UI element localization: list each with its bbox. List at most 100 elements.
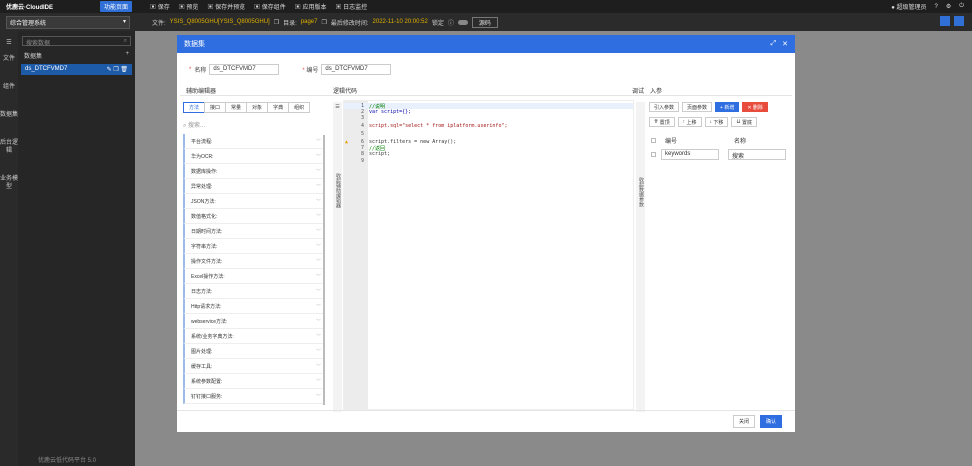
move-up-button[interactable]: ↑ 上移 — [677, 117, 702, 127]
move-top-button[interactable]: ⇈ 置顶 — [649, 117, 675, 127]
param-header: 编号 名称 — [651, 136, 746, 145]
tree-item[interactable]: webservice方法: ﹀ — [183, 314, 323, 329]
tree-item[interactable]: 平台流程: ﹀ — [183, 134, 323, 149]
top-bar: 优鹿云·CloudIDE 功能页面 ▣ 保存 ▣ 预览 ▣ 保存并预览 ▣ 保存… — [0, 0, 972, 13]
rail-item-components[interactable]: 组件 — [0, 83, 18, 91]
tab-objects[interactable]: 对象 — [246, 102, 269, 113]
param-name-input[interactable]: 搜索 — [728, 149, 786, 160]
rail-item-models[interactable]: 业务模型 — [0, 175, 18, 191]
collapse-icon[interactable]: ☰ — [0, 39, 18, 47]
file-info: 文件: YSIS_Q8005GHU[YSIS_Q8005GHU] ❐ 目录: p… — [152, 16, 498, 28]
params-title: 入参 — [650, 89, 663, 95]
user-menu[interactable]: ● 超级管理员 — [891, 2, 926, 11]
rail-item-datasets[interactable]: 数据集 — [0, 111, 18, 119]
name-input[interactable]: ds_DTCFVMD7 — [209, 64, 280, 75]
panel-search-input[interactable]: 搜索数据 ⌕ — [22, 36, 131, 47]
sub-right — [940, 16, 964, 26]
arrow-top-icon: ⇈ — [654, 119, 659, 125]
tree-item[interactable]: JSON方法: ﹀ — [183, 194, 323, 209]
delete-param-button[interactable]: ✕ 删除 — [742, 102, 768, 112]
tree-item[interactable]: 日期时间方法: ﹀ — [183, 224, 323, 239]
copy-icon[interactable]: ❐ — [321, 19, 326, 26]
helper-search-input[interactable]: ⌕ 搜索... — [183, 120, 323, 130]
rail-item-files[interactable]: 文件 — [0, 55, 18, 63]
add-icon[interactable]: + — [125, 51, 129, 60]
modal-footer: 关闭 确认 — [177, 410, 795, 432]
tree-item[interactable]: 数值格式化: ﹀ — [183, 209, 323, 224]
confirm-button[interactable]: 确认 — [759, 415, 782, 428]
item-actions-icon[interactable]: ✎ ❐ 🗑 — [107, 66, 128, 73]
dataset-panel: 搜索数据 ⌕ 数据集 + ds_DTCFVMD7 ✎ ❐ 🗑 优鹿云低代码平台 5.0 — [18, 31, 135, 466]
code-input[interactable]: ds_DTCFVMD7 — [321, 64, 392, 75]
tab-organization[interactable]: 组织 — [288, 102, 311, 113]
feature-page-button[interactable]: 功能页面 — [100, 1, 133, 12]
chevron-down-icon: ﹀ — [315, 288, 321, 295]
info-icon: ⓘ — [447, 20, 454, 27]
tree-item[interactable]: Excel操作方法: ﹀ — [183, 269, 323, 284]
tree-item[interactable]: 系统/业务字典方法: ﹀ — [183, 329, 323, 344]
code-line: 3 — [360, 115, 364, 121]
preview-button[interactable]: ▣ 预览 — [179, 2, 199, 11]
close-icon[interactable]: ✕ — [782, 40, 788, 48]
tree-scrollbar[interactable] — [323, 135, 325, 405]
tab-dictionary[interactable]: 字典 — [267, 102, 290, 113]
param-code-input[interactable]: keywords — [661, 149, 719, 160]
tree-item[interactable]: 日志方法: ﹀ — [183, 284, 323, 299]
top-menu: ▣ 保存 ▣ 预览 ▣ 保存并预览 ▣ 保存组件 ▣ 应用版本 ▣ 日志监控 — [150, 2, 367, 11]
tree-item[interactable]: Http请求方法: ﹀ — [183, 299, 323, 314]
collapse-icon: ☰ — [335, 104, 340, 110]
tree-item[interactable]: 字符串方法: ﹀ — [183, 239, 323, 254]
arrow-bottom-icon: ⇊ — [736, 119, 741, 125]
panel-icon[interactable] — [954, 16, 964, 26]
collapse-helper-bar[interactable]: ☰ 收起辅助编辑器 — [333, 102, 342, 412]
close-button[interactable]: 关闭 — [732, 415, 755, 428]
search-icon: ⌕ — [183, 123, 187, 129]
tree-item[interactable]: 钉钉接口服务: ﹀ — [183, 389, 323, 404]
app-version-button[interactable]: ▣ 应用版本 — [295, 2, 327, 11]
move-bottom-button[interactable]: ⇊ 置底 — [731, 117, 758, 127]
chevron-down-icon: ﹀ — [315, 153, 321, 160]
save-component-button[interactable]: ▣ 保存组件 — [254, 2, 286, 11]
tab-methods[interactable]: 方法 — [183, 102, 206, 113]
select-all-checkbox[interactable] — [651, 138, 656, 143]
tab-constants[interactable]: 常量 — [225, 102, 248, 113]
import-param-button[interactable]: 引入参数 — [649, 102, 680, 112]
help-icon[interactable]: ? — [935, 4, 938, 10]
tree-item[interactable]: 系统参数配置: ﹀ — [183, 374, 323, 389]
tree-item[interactable]: 操作文件方法: ﹀ — [183, 254, 323, 269]
chevron-down-icon: ﹀ — [315, 243, 321, 250]
tree-item[interactable]: 异常处理: ﹀ — [183, 179, 323, 194]
dataset-item[interactable]: ds_DTCFVMD7 ✎ ❐ 🗑 — [21, 64, 132, 75]
monitor-icon[interactable] — [940, 16, 950, 26]
dataset-section: 数据集 + — [24, 51, 129, 60]
copy-icon[interactable]: ❐ — [274, 19, 279, 26]
debug-title: 调试 — [632, 89, 645, 95]
row-checkbox[interactable] — [651, 152, 656, 157]
log-monitor-button[interactable]: ▣ 日志监控 — [335, 2, 367, 11]
chevron-down-icon: ▾ — [122, 18, 126, 25]
move-down-button[interactable]: ↓ 下移 — [704, 117, 729, 127]
tree-item[interactable]: 华为OCR: ﹀ — [183, 149, 323, 164]
chevron-down-icon: ﹀ — [315, 228, 321, 235]
collapse-params-bar[interactable]: 收起数据参数 — [636, 102, 645, 412]
system-select[interactable]: 综合管理系统 ▾ — [6, 15, 130, 29]
code-editor[interactable]: 1//说明 2 var script={}; 3 4 script.sql="sel… — [343, 100, 634, 410]
chevron-down-icon: ﹀ — [315, 138, 321, 145]
maximize-icon[interactable]: ⤢ — [771, 40, 777, 48]
settings-icon[interactable]: ⚙ — [946, 3, 951, 10]
tab-interface[interactable]: 接口 — [204, 102, 227, 113]
save-preview-button[interactable]: ▣ 保存并预览 — [207, 2, 245, 11]
source-button[interactable]: 源码 — [471, 16, 498, 28]
chevron-down-icon: ﹀ — [315, 363, 321, 370]
rail-item-backend[interactable]: 后台逻辑 — [0, 139, 18, 155]
tree-item[interactable]: 缓存工具: ﹀ — [183, 359, 323, 374]
lock-toggle[interactable] — [457, 19, 468, 25]
save-button[interactable]: ▣ 保存 — [150, 2, 170, 11]
add-param-button[interactable]: + 新增 — [715, 102, 740, 112]
tree-item[interactable]: 数据库操作: ﹀ — [183, 164, 323, 179]
dir-name: page7 — [300, 19, 318, 25]
tree-item[interactable]: 图片处理: ﹀ — [183, 344, 323, 359]
code-label: * 编号 — [302, 68, 319, 74]
page-param-button[interactable]: 页面参数 — [682, 102, 713, 112]
logout-icon[interactable]: ⏻ — [959, 3, 964, 10]
